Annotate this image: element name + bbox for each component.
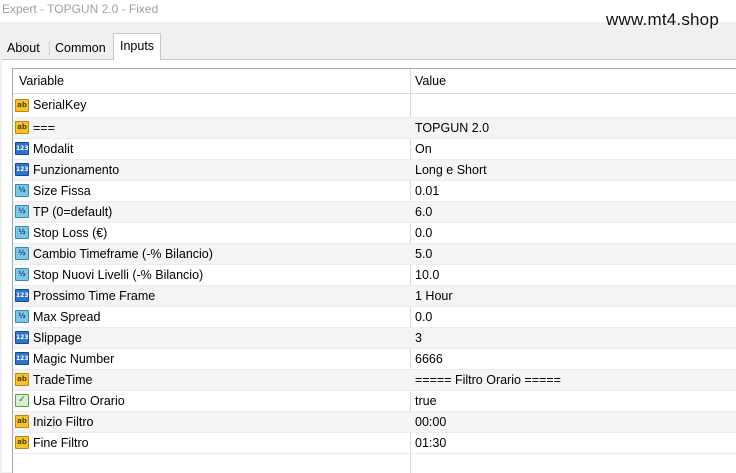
variable-value[interactable]: ===== Filtro Orario ===== bbox=[415, 370, 561, 390]
variable-name: TP (0=default) bbox=[33, 205, 113, 219]
table-row[interactable]: 123 Slippage 3 bbox=[13, 328, 736, 349]
table-row[interactable]: ab Inizio Filtro 00:00 bbox=[13, 412, 736, 433]
tab-common[interactable]: Common bbox=[49, 37, 112, 59]
double-icon: ½ bbox=[15, 205, 29, 218]
table-row[interactable]: ½ TP (0=default) 6.0 bbox=[13, 202, 736, 223]
table-row[interactable]: 123 Prossimo Time Frame 1 Hour bbox=[13, 286, 736, 307]
variable-value[interactable]: 3 bbox=[415, 328, 422, 348]
table-row[interactable]: ✓ Usa Filtro Orario true bbox=[13, 391, 736, 412]
boolean-icon: ✓ bbox=[15, 394, 29, 407]
variable-value[interactable]: 6.0 bbox=[415, 202, 432, 222]
variable-name: Stop Loss (€) bbox=[33, 226, 108, 240]
variable-name: TradeTime bbox=[33, 373, 93, 387]
table-header: Variable Value bbox=[13, 69, 736, 94]
table-row[interactable]: ab SerialKey bbox=[13, 94, 736, 118]
variable-value[interactable]: 01:30 bbox=[415, 433, 446, 453]
double-icon: ½ bbox=[15, 184, 29, 197]
variable-name: Cambio Timeframe (-% Bilancio) bbox=[33, 247, 213, 261]
variable-value[interactable]: true bbox=[415, 391, 437, 411]
table-row[interactable]: ½ Cambio Timeframe (-% Bilancio) 5.0 bbox=[13, 244, 736, 265]
table-row[interactable]: ½ Stop Nuovi Livelli (-% Bilancio) 10.0 bbox=[13, 265, 736, 286]
variable-name: Prossimo Time Frame bbox=[33, 289, 156, 303]
tab-bar: About Common Inputs bbox=[0, 33, 736, 60]
variable-value[interactable]: 0.0 bbox=[415, 223, 432, 243]
string-icon: ab bbox=[15, 373, 29, 386]
table-row[interactable]: ½ Stop Loss (€) 0.0 bbox=[13, 223, 736, 244]
table-row[interactable]: ab TradeTime ===== Filtro Orario ===== bbox=[13, 370, 736, 391]
integer-icon: 123 bbox=[15, 289, 29, 302]
table-row[interactable]: 123 Magic Number 6666 bbox=[13, 349, 736, 370]
string-icon: ab bbox=[15, 436, 29, 449]
variable-value[interactable]: On bbox=[415, 139, 432, 159]
variable-name: Stop Nuovi Livelli (-% Bilancio) bbox=[33, 268, 204, 282]
inputs-table: Variable Value ab SerialKey ab === TOPGUN 2.… bbox=[12, 68, 736, 473]
integer-icon: 123 bbox=[15, 163, 29, 176]
variable-value[interactable]: 6666 bbox=[415, 349, 443, 369]
variable-value[interactable]: Long e Short bbox=[415, 160, 487, 180]
tab-inputs[interactable]: Inputs bbox=[113, 33, 162, 60]
table-row[interactable]: ab === TOPGUN 2.0 bbox=[13, 118, 736, 139]
header-variable[interactable]: Variable bbox=[19, 69, 64, 93]
double-icon: ½ bbox=[15, 226, 29, 239]
variable-value[interactable]: TOPGUN 2.0 bbox=[415, 118, 489, 138]
variable-value[interactable]: 10.0 bbox=[415, 265, 439, 285]
double-icon: ½ bbox=[15, 310, 29, 323]
tab-about[interactable]: About bbox=[1, 37, 46, 59]
variable-name: Size Fissa bbox=[33, 184, 91, 198]
variable-name: Max Spread bbox=[33, 310, 101, 324]
table-row[interactable]: ab Fine Filtro 01:30 bbox=[13, 433, 736, 454]
variable-name: === bbox=[33, 121, 55, 135]
string-icon: ab bbox=[15, 99, 29, 112]
variable-value[interactable]: 0.01 bbox=[415, 181, 439, 201]
variable-name: Modalit bbox=[33, 142, 74, 156]
variable-name: Magic Number bbox=[33, 352, 115, 366]
table-body: ab SerialKey ab === TOPGUN 2.0 123 Modalit On 12… bbox=[13, 94, 736, 454]
table-row[interactable]: 123 Modalit On bbox=[13, 139, 736, 160]
table-row[interactable]: ½ Size Fissa 0.01 bbox=[13, 181, 736, 202]
integer-icon: 123 bbox=[15, 142, 29, 155]
variable-value[interactable]: 1 Hour bbox=[415, 286, 453, 306]
variable-value[interactable]: 5.0 bbox=[415, 244, 432, 264]
string-icon: ab bbox=[15, 415, 29, 428]
integer-icon: 123 bbox=[15, 331, 29, 344]
integer-icon: 123 bbox=[15, 352, 29, 365]
variable-name: Slippage bbox=[33, 331, 82, 345]
double-icon: ½ bbox=[15, 247, 29, 260]
table-row[interactable]: 123 Funzionamento Long e Short bbox=[13, 160, 736, 181]
variable-value[interactable]: 0.0 bbox=[415, 307, 432, 327]
window-title: Expert - TOPGUN 2.0 - Fixed bbox=[2, 2, 159, 16]
table-row[interactable]: ½ Max Spread 0.0 bbox=[13, 307, 736, 328]
variable-name: Funzionamento bbox=[33, 163, 120, 177]
variable-name: Fine Filtro bbox=[33, 436, 89, 450]
double-icon: ½ bbox=[15, 268, 29, 281]
string-icon: ab bbox=[15, 121, 29, 134]
header-value[interactable]: Value bbox=[415, 69, 446, 93]
variable-name: Inizio Filtro bbox=[33, 415, 94, 429]
variable-name: SerialKey bbox=[33, 98, 87, 112]
watermark: www.mt4.shop bbox=[606, 10, 719, 29]
variable-value[interactable]: 00:00 bbox=[415, 412, 446, 432]
inputs-panel: Variable Value ab SerialKey ab === TOPGUN 2.… bbox=[2, 59, 736, 473]
variable-name: Usa Filtro Orario bbox=[33, 394, 125, 408]
